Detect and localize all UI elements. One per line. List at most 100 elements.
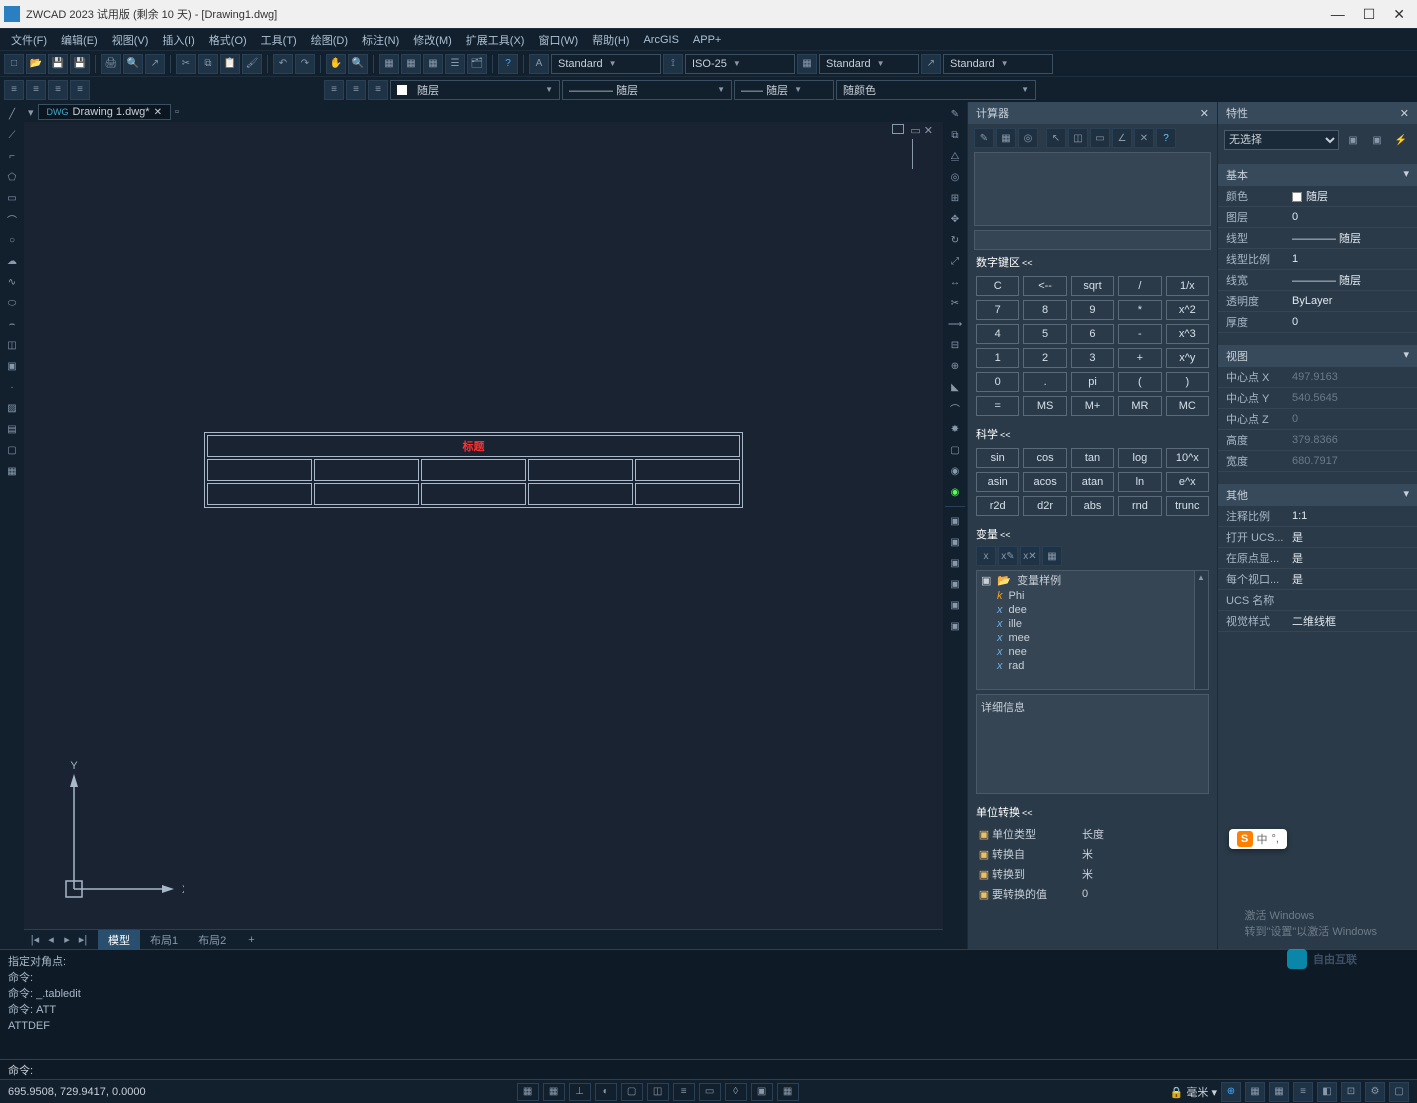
calc-var-header[interactable]: 变量<< xyxy=(968,522,1217,546)
menu-item[interactable]: 格式(O) xyxy=(202,32,254,48)
var-item[interactable]: xdee xyxy=(977,603,1208,617)
prop-row[interactable]: 图层0 xyxy=(1218,207,1417,228)
var-item[interactable]: xrad xyxy=(977,659,1208,673)
calc-tool-icon[interactable]: ▦ xyxy=(996,128,1016,148)
pan-icon[interactable]: ✋ xyxy=(326,54,346,74)
publish-icon[interactable]: ↗ xyxy=(145,54,165,74)
unit-row[interactable]: ▣转换自米 xyxy=(976,844,1209,864)
toggle-pickadd-icon[interactable]: ⚡ xyxy=(1391,130,1411,150)
move-icon[interactable]: ✥ xyxy=(945,209,965,229)
command-window[interactable]: 指定对角点:命令:命令: _.tabledit命令: ATTATTDEF 命令: xyxy=(0,949,1417,1079)
prop-row[interactable]: 高度379.8366 xyxy=(1218,430,1417,451)
prop-row[interactable]: 在原点显...是 xyxy=(1218,548,1417,569)
calc-tool-icon[interactable]: ▭ xyxy=(1090,128,1110,148)
polyline-icon[interactable]: ⌐ xyxy=(2,146,22,166)
var-item[interactable]: xnee xyxy=(977,645,1208,659)
mirror-icon[interactable]: ⧋ xyxy=(945,146,965,166)
trim-icon[interactable]: ✂ xyxy=(945,293,965,313)
print-icon[interactable]: 🖨 xyxy=(101,54,121,74)
prop-row[interactable]: 厚度0 xyxy=(1218,312,1417,333)
calc-key[interactable]: 4 xyxy=(976,324,1019,344)
clean-screen-icon[interactable]: ▢ xyxy=(1389,1082,1409,1102)
region-icon[interactable]: ▢ xyxy=(2,440,22,460)
color-dropdown[interactable]: 随颜色▼ xyxy=(836,80,1036,100)
calc-display[interactable] xyxy=(974,152,1211,226)
grid-toggle[interactable]: ▦ xyxy=(543,1083,565,1101)
draworder-icon[interactable]: ▣ xyxy=(945,595,965,615)
model-toggle[interactable]: ▣ xyxy=(751,1083,773,1101)
calc-key[interactable]: rnd xyxy=(1118,496,1161,516)
layer-icon[interactable]: ≡ xyxy=(368,80,388,100)
menu-item[interactable]: 标注(N) xyxy=(355,32,406,48)
menu-item[interactable]: 帮助(H) xyxy=(585,32,636,48)
menu-item[interactable]: 视图(V) xyxy=(105,32,156,48)
calc-key[interactable]: MR xyxy=(1118,396,1161,416)
scale-icon[interactable]: ⤢ xyxy=(945,251,965,271)
calc-key[interactable]: / xyxy=(1118,276,1161,296)
close-button[interactable]: ✕ xyxy=(1393,6,1405,23)
menu-item[interactable]: 工具(T) xyxy=(254,32,304,48)
copy-icon[interactable]: ⧉ xyxy=(945,125,965,145)
tool-icon[interactable]: ◉ xyxy=(945,461,965,481)
arc-icon[interactable]: ⌒ xyxy=(2,209,22,229)
copy-icon[interactable]: ⧉ xyxy=(198,54,218,74)
panel-close-icon[interactable]: ✕ xyxy=(1400,107,1409,120)
calc-key[interactable]: sin xyxy=(976,448,1019,468)
menu-item[interactable]: 扩展工具(X) xyxy=(459,32,532,48)
prop-row[interactable]: 线宽———— 随层 xyxy=(1218,270,1417,291)
point-icon[interactable]: · xyxy=(2,377,22,397)
close-tab-icon[interactable]: ✕ xyxy=(154,107,162,118)
menu-item[interactable]: APP+ xyxy=(686,34,728,46)
open-icon[interactable]: 📂 xyxy=(26,54,46,74)
polygon-icon[interactable]: ⬠ xyxy=(2,167,22,187)
layout-last-icon[interactable]: ▸| xyxy=(76,933,90,946)
quick-select-icon[interactable]: ▣ xyxy=(1343,130,1363,150)
maximize-button[interactable]: ☐ xyxy=(1363,6,1376,23)
dyn-toggle[interactable]: ▭ xyxy=(699,1083,721,1101)
calc-tool-icon[interactable]: ∠ xyxy=(1112,128,1132,148)
revcloud-icon[interactable]: ☁ xyxy=(2,251,22,271)
drawing-table[interactable]: 标题 xyxy=(204,432,743,508)
layer-icon[interactable]: ≡ xyxy=(324,80,344,100)
calc-tool-icon[interactable]: ✕ xyxy=(1134,128,1154,148)
unit-row[interactable]: ▣单位类型长度 xyxy=(976,824,1209,844)
calc-key[interactable]: - xyxy=(1118,324,1161,344)
calc-key[interactable]: abs xyxy=(1071,496,1114,516)
var-tool-icon[interactable]: x✎ xyxy=(998,546,1018,566)
layout-tab[interactable]: 布局1 xyxy=(140,930,188,950)
calc-key[interactable]: 6 xyxy=(1071,324,1114,344)
calc-key[interactable]: MS xyxy=(1023,396,1066,416)
rectangle-icon[interactable]: ▭ xyxy=(2,188,22,208)
scale-readout[interactable]: 🔒 毫米 ▾ xyxy=(1170,1084,1217,1100)
minimize-button[interactable]: — xyxy=(1331,6,1345,23)
calc-key[interactable]: 9 xyxy=(1071,300,1114,320)
dim-style-icon[interactable]: ⟟ xyxy=(663,54,683,74)
calc-key[interactable]: 2 xyxy=(1023,348,1066,368)
calc-key[interactable]: 0 xyxy=(976,372,1019,392)
add-tab-icon[interactable]: ▫ xyxy=(175,106,179,118)
offset-icon[interactable]: ◎ xyxy=(945,167,965,187)
calc-key[interactable]: C xyxy=(976,276,1019,296)
scrollbar[interactable] xyxy=(1194,571,1208,689)
menu-item[interactable]: 编辑(E) xyxy=(54,32,105,48)
add-layout-button[interactable]: + xyxy=(238,932,264,948)
explode-icon[interactable]: ✸ xyxy=(945,419,965,439)
status-icon[interactable]: ⊡ xyxy=(1341,1082,1361,1102)
chamfer-icon[interactable]: ◣ xyxy=(945,377,965,397)
mleader-style-dropdown[interactable]: Standard▼ xyxy=(943,54,1053,74)
zoom-icon[interactable]: 🔍 xyxy=(348,54,368,74)
calc-key[interactable]: x^y xyxy=(1166,348,1209,368)
text-style-dropdown[interactable]: Standard▼ xyxy=(551,54,661,74)
status-icon[interactable]: ◧ xyxy=(1317,1082,1337,1102)
draworder-icon[interactable]: ▣ xyxy=(945,511,965,531)
unit-row[interactable]: ▣要转换的值0 xyxy=(976,884,1209,904)
xline-icon[interactable]: ⟋ xyxy=(2,125,22,145)
calc-key[interactable]: M+ xyxy=(1071,396,1114,416)
array-icon[interactable]: ⊞ xyxy=(945,188,965,208)
properties-icon[interactable]: ☰ xyxy=(445,54,465,74)
fillet-icon[interactable]: ⌒ xyxy=(945,398,965,418)
hatch-icon[interactable]: ▨ xyxy=(2,398,22,418)
prop-row[interactable]: 每个视口...是 xyxy=(1218,569,1417,590)
prop-row[interactable]: 注释比例1:1 xyxy=(1218,506,1417,527)
layer-dropdown[interactable]: 随层▼ xyxy=(390,80,560,100)
